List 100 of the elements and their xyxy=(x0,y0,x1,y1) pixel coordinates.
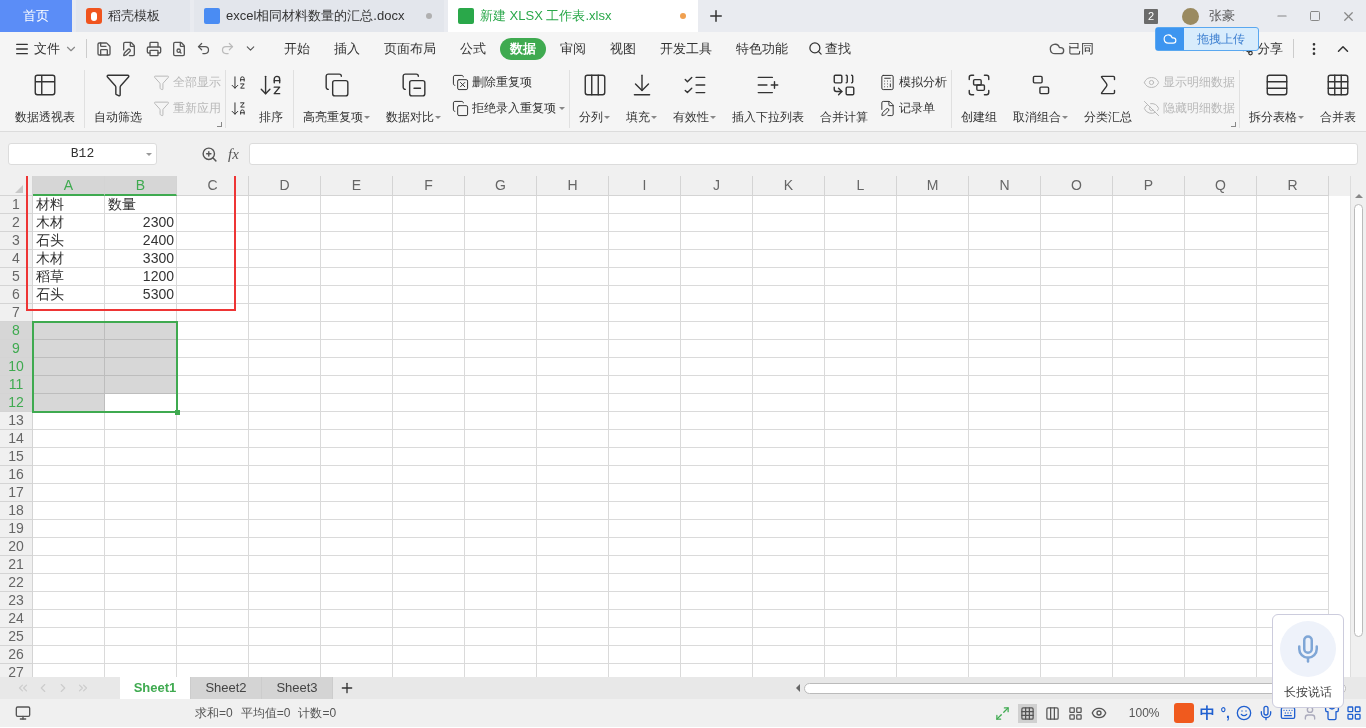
row-header[interactable]: 27 xyxy=(0,664,33,677)
apps-icon[interactable] xyxy=(1346,705,1362,721)
row-header[interactable]: 2 xyxy=(0,214,33,232)
row-header[interactable]: 23 xyxy=(0,592,33,610)
ribbon-button[interactable]: 合并计算 xyxy=(815,70,873,126)
row-header[interactable]: 3 xyxy=(0,232,33,250)
column-header[interactable]: L xyxy=(825,176,897,196)
row-header[interactable]: 4 xyxy=(0,250,33,268)
ribbon-button[interactable]: 填充 xyxy=(621,70,662,126)
ribbon-button[interactable]: 创建组 xyxy=(956,70,1002,126)
ribbon-button[interactable]: 排序 xyxy=(253,70,289,126)
sync-status[interactable]: 已同 xyxy=(1049,38,1094,59)
column-header[interactable]: H xyxy=(537,176,609,196)
row-header[interactable]: 18 xyxy=(0,502,33,520)
keyboard-icon[interactable] xyxy=(1280,705,1296,721)
row-header[interactable]: 26 xyxy=(0,646,33,664)
row-header[interactable]: 19 xyxy=(0,520,33,538)
avatar-icon[interactable] xyxy=(1182,7,1199,25)
column-header[interactable]: M xyxy=(897,176,969,196)
ribbon-button[interactable]: 有效性 xyxy=(668,70,721,126)
selected-cell[interactable] xyxy=(33,394,105,412)
row-header[interactable]: 1 xyxy=(0,196,33,214)
document-tab[interactable]: excel相同材料数量的汇总.docx xyxy=(194,0,444,32)
search-button[interactable]: 查找 xyxy=(802,38,857,59)
upload-popup[interactable]: 拖拽上传 xyxy=(1155,27,1259,51)
row-header[interactable]: 5 xyxy=(0,268,33,286)
restore-icon[interactable] xyxy=(1309,10,1321,22)
ribbon-button[interactable]: 删除重复项 xyxy=(452,71,565,93)
ribbon-tab[interactable]: 开始 xyxy=(274,37,320,60)
ribbon-tab[interactable]: 特色功能 xyxy=(726,37,798,60)
column-header[interactable]: F xyxy=(393,176,465,196)
dialog-launcher-icon[interactable] xyxy=(217,122,222,127)
ribbon-button[interactable]: 数据透视表 xyxy=(10,70,80,126)
document-tab[interactable]: 首页 xyxy=(0,0,72,32)
selected-cell[interactable] xyxy=(33,358,105,376)
file-menu[interactable]: 文件 xyxy=(14,38,87,59)
ribbon-tab[interactable]: 页面布局 xyxy=(374,37,446,60)
page-break-icon[interactable] xyxy=(1044,705,1060,721)
function-label[interactable]: fx xyxy=(228,142,239,166)
document-tab[interactable]: 新建 XLSX 工作表.xlsx xyxy=(448,0,698,32)
macro-icon[interactable] xyxy=(15,705,31,721)
undo-icon[interactable] xyxy=(196,41,211,56)
smile-icon[interactable] xyxy=(1236,705,1252,721)
row-header[interactable]: 24 xyxy=(0,610,33,628)
row-header[interactable]: 20 xyxy=(0,538,33,556)
column-header[interactable]: R xyxy=(1257,176,1329,196)
sheet-tab[interactable]: Sheet2 xyxy=(191,677,262,699)
voice-input-widget[interactable]: 长按说话 xyxy=(1272,614,1344,708)
row-header[interactable]: 22 xyxy=(0,574,33,592)
ribbon-button[interactable]: 分类汇总 xyxy=(1079,70,1137,126)
ribbon-button[interactable]: 模拟分析 xyxy=(879,71,947,93)
ribbon-button[interactable]: 插入下拉列表 xyxy=(727,70,809,126)
format-painter-icon[interactable] xyxy=(121,40,137,57)
ribbon-tab[interactable]: 插入 xyxy=(324,37,370,60)
column-header[interactable]: G xyxy=(465,176,537,196)
sheet-tab[interactable]: Sheet1 xyxy=(120,677,191,699)
ribbon-tab[interactable]: 审阅 xyxy=(550,37,596,60)
column-header[interactable]: K xyxy=(753,176,825,196)
window-count-badge[interactable]: 2 xyxy=(1143,8,1158,24)
dialog-launcher-icon[interactable] xyxy=(1231,122,1236,127)
column-header[interactable]: N xyxy=(969,176,1041,196)
formula-input[interactable] xyxy=(248,143,1358,165)
ribbon-button[interactable]: 合并表 xyxy=(1315,70,1361,126)
ribbon-button[interactable]: 高亮重复项 xyxy=(298,70,375,126)
row-header[interactable]: 15 xyxy=(0,448,33,466)
selected-cell[interactable] xyxy=(33,376,105,394)
ribbon-button[interactable]: 拆分表格 xyxy=(1244,70,1309,126)
zoom-icon[interactable] xyxy=(201,145,218,163)
vertical-scrollbar[interactable] xyxy=(1350,176,1366,677)
ribbon-tab[interactable]: 数据 xyxy=(500,37,546,60)
row-header[interactable]: 25 xyxy=(0,628,33,646)
row-header[interactable]: 14 xyxy=(0,430,33,448)
zoom-level[interactable]: 100% xyxy=(1128,704,1160,722)
ribbon-tab[interactable]: 公式 xyxy=(450,37,496,60)
ime-logo-icon[interactable] xyxy=(1173,703,1194,723)
print-icon[interactable] xyxy=(146,40,162,57)
fullscreen-icon[interactable] xyxy=(994,705,1010,721)
fill-handle[interactable] xyxy=(175,410,180,415)
column-header[interactable]: E xyxy=(321,176,393,196)
row-header[interactable]: 17 xyxy=(0,484,33,502)
ribbon-tab[interactable]: 开发工具 xyxy=(650,37,722,60)
layout-icon[interactable] xyxy=(1067,705,1083,721)
column-header[interactable]: J xyxy=(681,176,753,196)
row-header[interactable]: 13 xyxy=(0,412,33,430)
user-icon[interactable] xyxy=(1302,705,1318,721)
column-header[interactable]: C xyxy=(177,176,249,196)
column-header[interactable]: P xyxy=(1113,176,1185,196)
selected-cell[interactable] xyxy=(33,340,105,358)
save-icon[interactable] xyxy=(96,40,112,57)
ribbon-button[interactable]: 分列 xyxy=(574,70,615,126)
sheet-tab[interactable]: Sheet3 xyxy=(262,677,333,699)
ribbon-button[interactable]: 拒绝录入重复项 xyxy=(452,97,565,119)
row-header[interactable]: 6 xyxy=(0,286,33,304)
ribbon-button[interactable]: 数据对比 xyxy=(381,70,446,126)
row-header[interactable]: 16 xyxy=(0,466,33,484)
row-header[interactable]: 7 xyxy=(0,304,33,322)
ime-punctuation[interactable]: °, xyxy=(1220,702,1230,724)
ribbon-tab[interactable]: 视图 xyxy=(600,37,646,60)
column-header[interactable]: I xyxy=(609,176,681,196)
ribbon-button[interactable]: 取消组合 xyxy=(1008,70,1073,126)
